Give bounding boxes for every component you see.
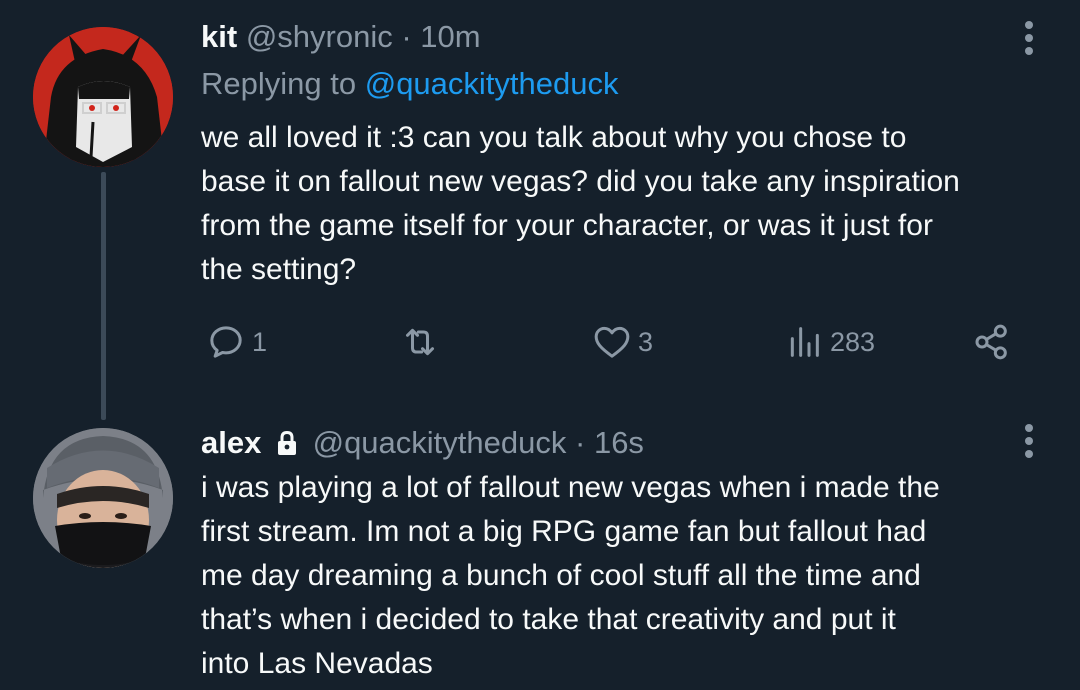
protected-account-lock xyxy=(276,426,298,466)
timestamp[interactable]: 10m xyxy=(420,19,480,54)
reply-tweet-kit[interactable]: kit @shyronic · 10m Replying to @quackit… xyxy=(0,0,1080,420)
display-name[interactable]: alex xyxy=(201,425,261,460)
tweet-header: alex @quackitytheduck · 16s xyxy=(201,423,644,466)
tweet-text-line: me day dreaming a bunch of cool stuff al… xyxy=(201,559,921,592)
more-options-button[interactable] xyxy=(1023,17,1035,57)
like-icon xyxy=(594,326,630,358)
more-icon xyxy=(1025,424,1033,458)
tweet-text-line: the setting? xyxy=(201,253,357,286)
reply-button[interactable]: 1 xyxy=(204,320,267,364)
replying-to-label: Replying to xyxy=(201,66,357,101)
views-button[interactable]: 283 xyxy=(782,320,875,364)
reply-count: 1 xyxy=(252,326,268,357)
replying-to-mention[interactable]: @quackitytheduck xyxy=(365,66,619,101)
user-handle[interactable]: @quackitytheduck xyxy=(313,425,567,460)
retweet-icon xyxy=(406,328,434,356)
display-name[interactable]: kit xyxy=(201,19,237,54)
separator-dot: · xyxy=(575,425,586,460)
views-count: 283 xyxy=(830,326,876,357)
tweet-header: kit @shyronic · 10m xyxy=(201,17,481,57)
more-icon xyxy=(1025,21,1033,55)
avatar-kit[interactable] xyxy=(33,27,173,167)
replying-to-line: Replying to @quackitytheduck xyxy=(201,64,619,104)
lock-icon xyxy=(277,430,296,455)
user-handle[interactable]: @shyronic xyxy=(246,19,393,54)
tweet-text-line: from the game itself for your character,… xyxy=(201,209,933,242)
share-button[interactable] xyxy=(970,320,1014,364)
more-options-button[interactable] xyxy=(1023,420,1035,460)
like-button[interactable]: 3 xyxy=(590,320,653,364)
separator-dot: · xyxy=(401,19,412,54)
retweet-button[interactable] xyxy=(396,320,448,364)
tweet-text-line: we all loved it :3 can you talk about wh… xyxy=(201,121,907,154)
avatar-alex[interactable] xyxy=(33,428,173,568)
tweet-text: we all loved it :3 can you talk about wh… xyxy=(201,116,1051,292)
tweet-text-line: first stream. Im not a big RPG game fan … xyxy=(201,515,927,548)
tweet-text-line: that’s when i decided to take that creat… xyxy=(201,603,896,636)
thread-connector-line xyxy=(101,172,106,420)
views-icon xyxy=(790,327,819,357)
share-icon xyxy=(975,324,1007,360)
tweet-text-line: i was playing a lot of fallout new vegas… xyxy=(201,471,940,504)
tweet-text: i was playing a lot of fallout new vegas… xyxy=(201,466,1051,686)
avatar-drawn-character-icon xyxy=(33,27,173,167)
tweet-text-line: into Las Nevadas xyxy=(201,647,433,680)
tweet-text-line: base it on fallout new vegas? did you ta… xyxy=(201,165,960,198)
timestamp[interactable]: 16s xyxy=(594,425,644,460)
avatar-person-masked-icon xyxy=(33,428,173,568)
like-count: 3 xyxy=(638,326,654,357)
reply-icon xyxy=(210,326,242,358)
